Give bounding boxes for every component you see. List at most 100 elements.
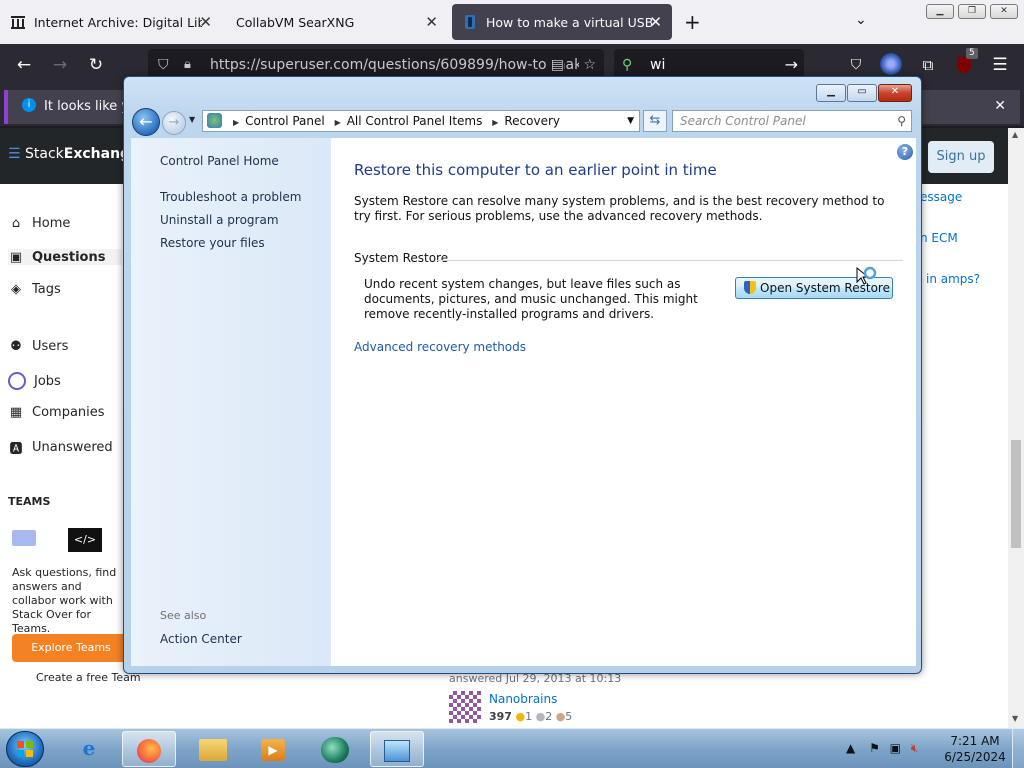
- hamburger-icon: ☰: [8, 146, 21, 162]
- notification-area: ▲ ⚑ ▣ 🔇︎: [846, 741, 918, 756]
- firefox-account-icon[interactable]: [880, 53, 902, 75]
- unanswered-icon: 🅰︎: [9, 442, 23, 457]
- close-tab-icon[interactable]: ✕: [425, 13, 438, 31]
- related-link[interactable]: in amps?: [926, 272, 980, 286]
- nav-jobs[interactable]: Jobs: [8, 372, 61, 390]
- refresh-icon[interactable]: ⇆: [643, 110, 667, 132]
- extension-badge: 5: [966, 48, 978, 59]
- close-tab-icon[interactable]: ✕: [199, 13, 212, 31]
- uninstall-program-link[interactable]: Uninstall a program: [160, 213, 279, 227]
- stackexchange-logo[interactable]: ☰ StackExchange: [8, 146, 140, 162]
- back-arrow-icon[interactable]: ←: [132, 108, 160, 136]
- maximize-button[interactable]: ❐: [958, 4, 986, 19]
- search-text: wi: [650, 57, 666, 73]
- clock-time: 7:21 AM: [950, 734, 1000, 748]
- browser-tab[interactable]: CollabVM SearXNG ✕: [226, 4, 448, 40]
- window-minimize-button[interactable]: ▁: [816, 84, 846, 102]
- ublock-icon[interactable]: 5: [952, 48, 978, 76]
- window-close-button[interactable]: ✕: [878, 84, 912, 102]
- close-tab-icon[interactable]: ✕: [649, 13, 662, 31]
- close-icon[interactable]: ✕: [994, 98, 1006, 114]
- windows-logo-icon: [17, 741, 33, 757]
- gold-badge-icon: ●: [515, 710, 526, 723]
- user-reputation: 397 ●1 ●2 ●5: [489, 710, 573, 723]
- action-center-link[interactable]: Action Center: [160, 632, 242, 646]
- breadcrumb-item[interactable]: All Control Panel Items: [347, 114, 483, 128]
- page-scrollbar[interactable]: ▲ ▼: [1008, 128, 1024, 728]
- explore-teams-button[interactable]: Explore Teams: [12, 634, 130, 662]
- teams-heading: TEAMS: [8, 495, 51, 508]
- internet-explorer-icon[interactable]: e: [62, 731, 116, 767]
- close-button[interactable]: ✕: [990, 4, 1018, 19]
- system-restore-heading: System Restore: [354, 251, 449, 265]
- chevron-down-icon[interactable]: ⌄: [855, 12, 867, 28]
- troubleshoot-link[interactable]: Troubleshoot a problem: [160, 190, 301, 204]
- nav-unanswered[interactable]: 🅰︎ Unanswered: [8, 438, 112, 457]
- control-panel-home-link[interactable]: Control Panel Home: [160, 154, 279, 168]
- nav-companies[interactable]: ▦ Companies: [8, 405, 105, 420]
- browser-tab-active[interactable]: How to make a virtual USB drive ✕: [452, 4, 672, 40]
- restore-files-link[interactable]: Restore your files: [160, 236, 265, 250]
- search-control-panel-input[interactable]: Search Control Panel ⚲: [672, 110, 912, 132]
- nav-users[interactable]: ⚉ Users: [8, 339, 68, 354]
- firefox-taskbar-button[interactable]: [122, 731, 176, 767]
- show-desktop-button[interactable]: [1012, 729, 1024, 768]
- home-icon: ⌂: [11, 216, 21, 231]
- see-also-heading: See also: [160, 609, 207, 622]
- clock[interactable]: 7:21 AM 6/25/2024: [944, 733, 1006, 765]
- signup-button[interactable]: Sign up: [928, 141, 994, 173]
- breadcrumb-item[interactable]: Recovery: [504, 114, 560, 128]
- pocket-icon[interactable]: ⛉: [844, 54, 868, 76]
- menu-icon[interactable]: ☰: [988, 54, 1012, 76]
- uac-shield-icon: [744, 281, 756, 294]
- explorer-taskbar-button[interactable]: [186, 731, 240, 767]
- user-name[interactable]: Nanobrains: [489, 692, 557, 706]
- address-dropdown-icon[interactable]: ▼: [627, 111, 634, 131]
- breadcrumb-item[interactable]: Control Panel: [245, 114, 325, 128]
- tab-title: How to make a virtual USB drive: [486, 14, 652, 30]
- system-restore-description: Undo recent system changes, but leave fi…: [364, 277, 698, 321]
- nav-home[interactable]: ⌂ Home: [8, 216, 71, 231]
- new-tab-button[interactable]: +: [684, 10, 701, 34]
- scroll-up-icon[interactable]: ▲: [1012, 130, 1018, 139]
- minimize-button[interactable]: ▁: [926, 4, 954, 19]
- advanced-recovery-link[interactable]: Advanced recovery methods: [354, 340, 526, 354]
- recent-pages-icon[interactable]: ▼: [189, 115, 195, 124]
- task-pane: Control Panel Home Troubleshoot a proble…: [131, 138, 331, 666]
- search-icon[interactable]: ⚲: [897, 111, 906, 131]
- forward-arrow-icon[interactable]: →: [162, 111, 186, 135]
- media-player-button[interactable]: ▶: [246, 731, 300, 767]
- clock-date: 6/25/2024: [944, 750, 1006, 764]
- help-icon[interactable]: ?: [897, 144, 913, 160]
- app-taskbar-button[interactable]: [308, 731, 362, 767]
- section-divider: [437, 260, 903, 261]
- recovery-content: ? Restore this computer to an earlier po…: [331, 138, 916, 666]
- window-maximize-button[interactable]: ▭: [847, 84, 877, 102]
- action-center-flag-icon[interactable]: ⚑: [869, 741, 880, 755]
- reload-icon[interactable]: ↻: [84, 54, 108, 76]
- related-link[interactable]: essage: [920, 190, 962, 204]
- control-panel-icon: [207, 113, 222, 128]
- network-icon[interactable]: ▣: [890, 741, 901, 755]
- forward-arrow-icon[interactable]: →: [48, 54, 72, 76]
- tag-icon: ◈: [11, 282, 21, 297]
- nav-tags[interactable]: ◈ Tags: [8, 282, 61, 297]
- firefox-icon: [137, 738, 161, 763]
- address-bar[interactable]: ▶ Control Panel ▶ All Control Panel Items …: [202, 110, 640, 132]
- scroll-down-icon[interactable]: ▼: [1012, 714, 1018, 723]
- browser-tab[interactable]: Internet Archive: Digital Library ✕: [0, 4, 222, 40]
- control-panel-window: ▁ ▭ ✕ ← → ▼ ▶ Control Panel ▶ All Control …: [123, 76, 922, 674]
- volume-muted-icon[interactable]: 🔇︎: [911, 741, 919, 755]
- scroll-thumb[interactable]: [1011, 440, 1021, 548]
- related-link[interactable]: n ECM: [920, 231, 958, 245]
- recovery-description: System Restore can resolve many system p…: [354, 194, 885, 223]
- show-hidden-icons[interactable]: ▲: [846, 741, 855, 755]
- start-button[interactable]: [6, 731, 44, 767]
- breadcrumb-separator-icon: ▶: [492, 118, 499, 127]
- archive-icon: [11, 16, 25, 29]
- back-arrow-icon[interactable]: ←: [12, 54, 36, 76]
- control-panel-taskbar-button[interactable]: [370, 731, 424, 767]
- nav-questions[interactable]: ▣ Questions: [8, 249, 122, 265]
- avatar[interactable]: [449, 691, 481, 723]
- extensions-icon[interactable]: ⧉: [916, 54, 940, 76]
